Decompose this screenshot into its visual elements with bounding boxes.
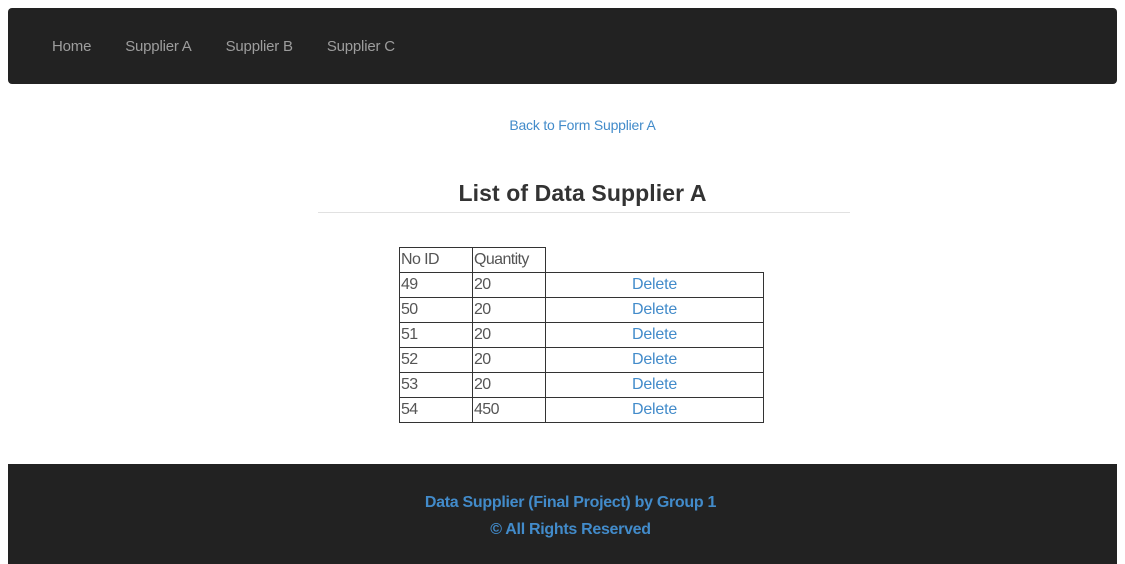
cell-quantity: 20 [472, 322, 546, 348]
nav-item-supplier-a[interactable]: Supplier A [125, 38, 192, 55]
cell-quantity: 20 [472, 272, 546, 298]
delete-link[interactable]: Delete [632, 401, 677, 418]
nav-menu: Home Supplier A Supplier B Supplier C [8, 8, 1117, 84]
table-row: 52 20 Delete [399, 347, 764, 373]
table-row: 50 20 Delete [399, 297, 764, 323]
title-divider [318, 212, 850, 213]
table-row: 49 20 Delete [399, 272, 764, 298]
table-header-row: No ID Quantity [399, 247, 764, 273]
cell-quantity: 20 [472, 372, 546, 398]
nav-item-supplier-b[interactable]: Supplier B [226, 38, 293, 55]
delete-link[interactable]: Delete [632, 301, 677, 318]
cell-action: Delete [545, 347, 764, 373]
cell-id: 53 [399, 372, 473, 398]
table-row: 53 20 Delete [399, 372, 764, 398]
column-header-id: No ID [399, 247, 473, 273]
cell-action: Delete [545, 322, 764, 348]
cell-id: 54 [399, 397, 473, 423]
cell-id: 52 [399, 347, 473, 373]
back-to-form-link[interactable]: Back to Form Supplier A [0, 117, 1125, 133]
nav-item-home[interactable]: Home [52, 38, 91, 55]
cell-quantity: 20 [472, 347, 546, 373]
cell-action: Delete [545, 372, 764, 398]
navbar: Home Supplier A Supplier B Supplier C [8, 8, 1117, 84]
cell-action: Delete [545, 397, 764, 423]
cell-quantity: 450 [472, 397, 546, 423]
cell-id: 49 [399, 272, 473, 298]
delete-link[interactable]: Delete [632, 276, 677, 293]
cell-id: 50 [399, 297, 473, 323]
delete-link[interactable]: Delete [632, 326, 677, 343]
cell-action: Delete [545, 272, 764, 298]
footer-copyright: © All Rights Reserved [490, 521, 651, 538]
footer-credit: Data Supplier (Final Project) by Group 1 [424, 494, 717, 511]
supplier-data-table: No ID Quantity 49 20 Delete 50 20 Delete… [399, 247, 764, 423]
cell-id: 51 [399, 322, 473, 348]
delete-link[interactable]: Delete [632, 351, 677, 368]
page-title: List of Data Supplier A [458, 180, 707, 206]
page: Home Supplier A Supplier B Supplier C Ba… [0, 0, 1125, 564]
table-row: 51 20 Delete [399, 322, 764, 348]
footer: Data Supplier (Final Project) by Group 1… [8, 464, 1117, 564]
delete-link[interactable]: Delete [632, 376, 677, 393]
nav-item-supplier-c[interactable]: Supplier C [327, 38, 395, 55]
table-row: 54 450 Delete [399, 397, 764, 423]
cell-action: Delete [545, 297, 764, 323]
column-header-quantity: Quantity [472, 247, 546, 273]
cell-quantity: 20 [472, 297, 546, 323]
column-header-action [545, 247, 764, 273]
